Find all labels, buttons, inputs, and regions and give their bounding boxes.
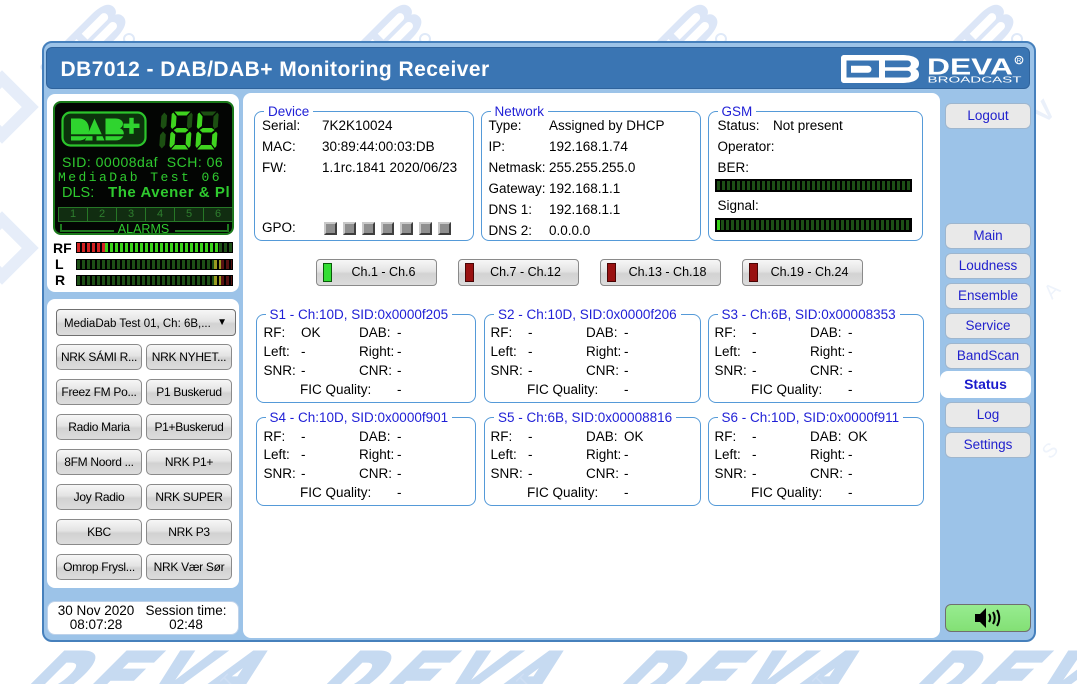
svg-text:R: R bbox=[1017, 57, 1022, 64]
svg-text:BROADCAST: BROADCAST bbox=[928, 75, 1022, 85]
svg-text:S: S bbox=[1038, 439, 1063, 464]
svg-text:A: A bbox=[1040, 278, 1065, 303]
